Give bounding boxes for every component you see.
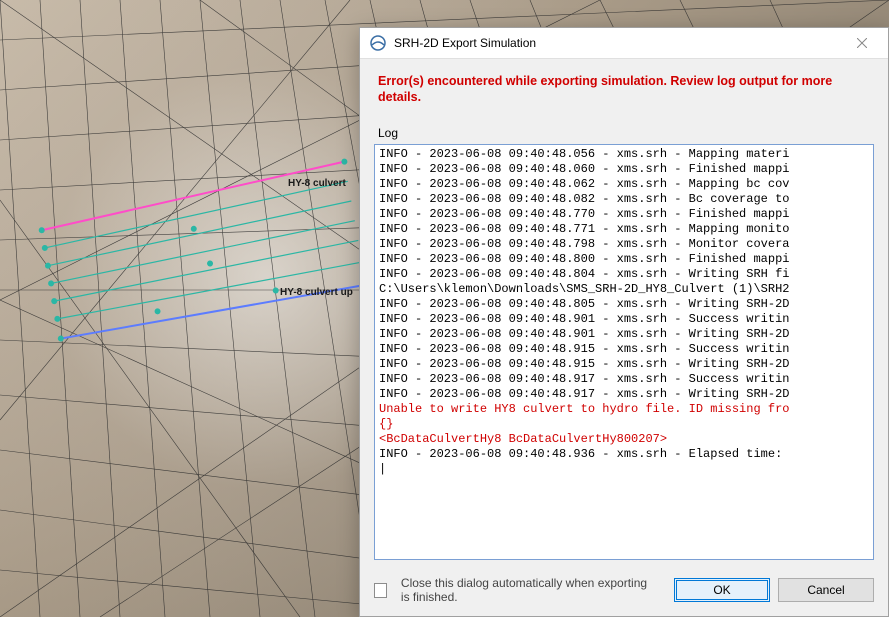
log-line: INFO - 2023-06-08 09:40:48.936 - xms.srh… [379, 447, 869, 462]
error-banner: Error(s) encountered while exporting sim… [360, 59, 888, 112]
log-line: INFO - 2023-06-08 09:40:48.917 - xms.srh… [379, 372, 869, 387]
canvas-label-top: HY-8 culvert [288, 178, 346, 189]
log-line: INFO - 2023-06-08 09:40:48.915 - xms.srh… [379, 357, 869, 372]
app-icon [370, 35, 386, 51]
export-simulation-dialog: SRH-2D Export Simulation Error(s) encoun… [359, 27, 889, 617]
log-line: INFO - 2023-06-08 09:40:48.082 - xms.srh… [379, 192, 869, 207]
log-section-label: Log [360, 112, 888, 142]
log-line: INFO - 2023-06-08 09:40:48.901 - xms.srh… [379, 312, 869, 327]
log-line: INFO - 2023-06-08 09:40:48.770 - xms.srh… [379, 207, 869, 222]
log-line: INFO - 2023-06-08 09:40:48.056 - xms.srh… [379, 147, 869, 162]
log-line: INFO - 2023-06-08 09:40:48.771 - xms.srh… [379, 222, 869, 237]
log-line: INFO - 2023-06-08 09:40:48.917 - xms.srh… [379, 387, 869, 402]
log-line: INFO - 2023-06-08 09:40:48.060 - xms.srh… [379, 162, 869, 177]
log-line: | [379, 462, 869, 477]
log-line: {} [379, 417, 869, 432]
ok-button-label: OK [713, 583, 730, 597]
log-output[interactable]: INFO - 2023-06-08 09:40:48.056 - xms.srh… [375, 145, 873, 560]
log-line: INFO - 2023-06-08 09:40:48.901 - xms.srh… [379, 327, 869, 342]
log-line: C:\Users\klemon\Downloads\SMS_SRH-2D_HY8… [379, 282, 869, 297]
log-output-frame: INFO - 2023-06-08 09:40:48.056 - xms.srh… [374, 144, 874, 561]
log-line: INFO - 2023-06-08 09:40:48.062 - xms.srh… [379, 177, 869, 192]
log-line: INFO - 2023-06-08 09:40:48.804 - xms.srh… [379, 267, 869, 282]
log-line: INFO - 2023-06-08 09:40:48.800 - xms.srh… [379, 252, 869, 267]
auto-close-checkbox[interactable] [374, 583, 387, 598]
cancel-button-label: Cancel [807, 583, 844, 597]
canvas-label-bottom: HY-8 culvert up [280, 287, 353, 298]
log-line: INFO - 2023-06-08 09:40:48.805 - xms.srh… [379, 297, 869, 312]
dialog-title: SRH-2D Export Simulation [394, 36, 842, 50]
ok-button[interactable]: OK [674, 578, 770, 602]
close-icon [857, 38, 867, 48]
close-button[interactable] [842, 29, 882, 57]
dialog-footer: Close this dialog automatically when exp… [360, 570, 888, 616]
log-line: INFO - 2023-06-08 09:40:48.915 - xms.srh… [379, 342, 869, 357]
auto-close-checkbox-label[interactable]: Close this dialog automatically when exp… [401, 576, 658, 604]
log-line: Unable to write HY8 culvert to hydro fil… [379, 402, 869, 417]
log-line: INFO - 2023-06-08 09:40:48.798 - xms.srh… [379, 237, 869, 252]
cancel-button[interactable]: Cancel [778, 578, 874, 602]
dialog-titlebar[interactable]: SRH-2D Export Simulation [360, 28, 888, 59]
log-line: <BcDataCulvertHy8 BcDataCulvertHy800207> [379, 432, 869, 447]
